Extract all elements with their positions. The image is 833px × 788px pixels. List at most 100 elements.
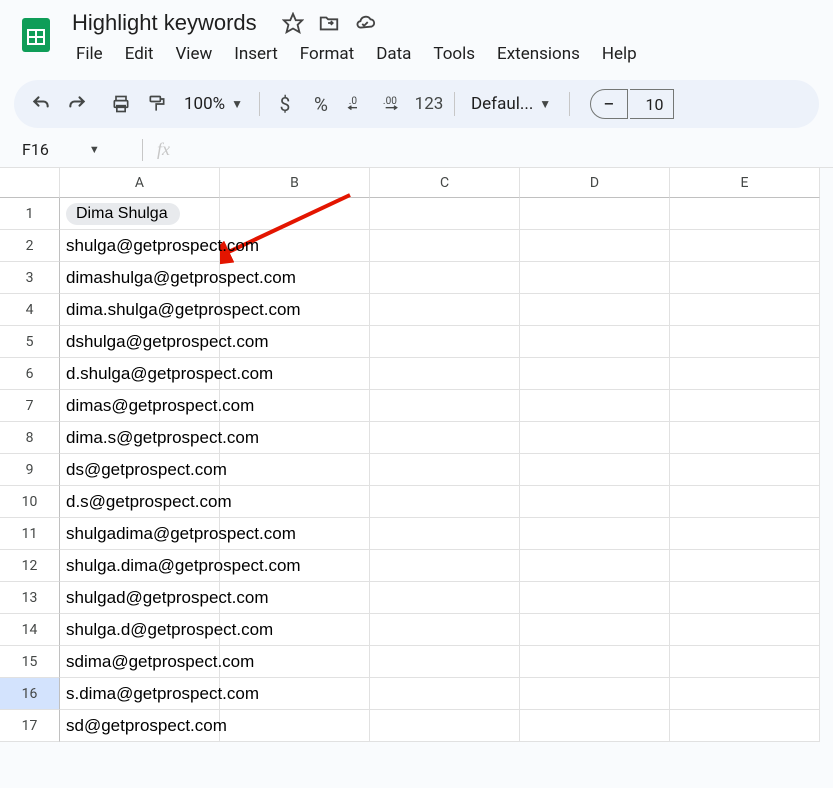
- cell[interactable]: [670, 678, 820, 710]
- row-header[interactable]: 11: [0, 518, 60, 550]
- cell[interactable]: [370, 614, 520, 646]
- cell[interactable]: shulga.d@getprospect.com: [60, 614, 220, 646]
- row-header[interactable]: 17: [0, 710, 60, 742]
- cell[interactable]: ds@getprospect.com: [60, 454, 220, 486]
- cell[interactable]: [370, 422, 520, 454]
- cell[interactable]: [670, 710, 820, 742]
- column-header-a[interactable]: A: [60, 168, 220, 198]
- cell[interactable]: [370, 230, 520, 262]
- menu-extensions[interactable]: Extensions: [487, 40, 590, 68]
- cell[interactable]: [670, 230, 820, 262]
- row-header[interactable]: 15: [0, 646, 60, 678]
- cell[interactable]: [370, 390, 520, 422]
- menu-data[interactable]: Data: [366, 40, 421, 68]
- cell[interactable]: sdima@getprospect.com: [60, 646, 220, 678]
- move-icon[interactable]: [317, 11, 341, 35]
- cell[interactable]: [220, 710, 370, 742]
- cell[interactable]: [670, 262, 820, 294]
- row-header[interactable]: 5: [0, 326, 60, 358]
- currency-button[interactable]: $: [268, 87, 302, 121]
- cell[interactable]: dshulga@getprospect.com: [60, 326, 220, 358]
- cell[interactable]: dima.shulga@getprospect.com: [60, 294, 220, 326]
- row-header[interactable]: 4: [0, 294, 60, 326]
- menu-tools[interactable]: Tools: [423, 40, 485, 68]
- cell[interactable]: [520, 422, 670, 454]
- menu-edit[interactable]: Edit: [115, 40, 164, 68]
- people-chip[interactable]: Dima Shulga: [66, 203, 180, 225]
- name-box[interactable]: F16 ▼: [14, 138, 132, 161]
- cell[interactable]: shulga@getprospect.com: [60, 230, 220, 262]
- cell[interactable]: [670, 454, 820, 486]
- cell[interactable]: [670, 326, 820, 358]
- column-header-b[interactable]: B: [220, 168, 370, 198]
- cell[interactable]: [220, 198, 370, 230]
- row-header[interactable]: 8: [0, 422, 60, 454]
- print-button[interactable]: [104, 87, 138, 121]
- cell[interactable]: [220, 454, 370, 486]
- row-header[interactable]: 2: [0, 230, 60, 262]
- cell[interactable]: [520, 550, 670, 582]
- cell[interactable]: [670, 518, 820, 550]
- cell[interactable]: shulgad@getprospect.com: [60, 582, 220, 614]
- row-header[interactable]: 3: [0, 262, 60, 294]
- column-header-c[interactable]: C: [370, 168, 520, 198]
- cell[interactable]: [520, 646, 670, 678]
- cell[interactable]: [370, 550, 520, 582]
- cell[interactable]: [370, 518, 520, 550]
- cell[interactable]: [670, 390, 820, 422]
- increase-decimal-button[interactable]: .00: [376, 87, 410, 121]
- column-header-e[interactable]: E: [670, 168, 820, 198]
- cell[interactable]: [520, 230, 670, 262]
- cell[interactable]: [520, 454, 670, 486]
- cell[interactable]: s.dima@getprospect.com: [60, 678, 220, 710]
- cell[interactable]: [670, 582, 820, 614]
- zoom-dropdown[interactable]: 100% ▼: [176, 88, 251, 120]
- cell[interactable]: [370, 646, 520, 678]
- cell[interactable]: [670, 294, 820, 326]
- cell[interactable]: [670, 198, 820, 230]
- cell[interactable]: [370, 326, 520, 358]
- cell[interactable]: [670, 486, 820, 518]
- cell[interactable]: [520, 326, 670, 358]
- cell[interactable]: sd@getprospect.com: [60, 710, 220, 742]
- cell[interactable]: [520, 262, 670, 294]
- cell[interactable]: dimashulga@getprospect.com: [60, 262, 220, 294]
- document-title[interactable]: Highlight keywords: [66, 8, 263, 38]
- cell[interactable]: [520, 518, 670, 550]
- cell[interactable]: [520, 294, 670, 326]
- cell[interactable]: [670, 358, 820, 390]
- cell[interactable]: shulga.dima@getprospect.com: [60, 550, 220, 582]
- column-header-d[interactable]: D: [520, 168, 670, 198]
- row-header[interactable]: 12: [0, 550, 60, 582]
- cell[interactable]: [670, 614, 820, 646]
- cell[interactable]: [370, 486, 520, 518]
- cell[interactable]: [520, 198, 670, 230]
- row-header[interactable]: 16: [0, 678, 60, 710]
- percent-button[interactable]: %: [304, 87, 338, 121]
- cell[interactable]: [670, 550, 820, 582]
- cell[interactable]: [370, 678, 520, 710]
- cell[interactable]: [370, 358, 520, 390]
- cell[interactable]: [370, 294, 520, 326]
- select-all-corner[interactable]: [0, 168, 60, 198]
- cell[interactable]: [520, 390, 670, 422]
- cell[interactable]: [220, 486, 370, 518]
- cell[interactable]: dima.s@getprospect.com: [60, 422, 220, 454]
- menu-format[interactable]: Format: [290, 40, 364, 68]
- menu-help[interactable]: Help: [592, 40, 647, 68]
- cell[interactable]: [520, 358, 670, 390]
- menu-insert[interactable]: Insert: [224, 40, 288, 68]
- redo-button[interactable]: [60, 87, 94, 121]
- cell[interactable]: [520, 710, 670, 742]
- decrease-font-button[interactable]: −: [590, 89, 628, 119]
- cell[interactable]: [520, 486, 670, 518]
- cell[interactable]: d.shulga@getprospect.com: [60, 358, 220, 390]
- cell[interactable]: shulgadima@getprospect.com: [60, 518, 220, 550]
- sheets-logo[interactable]: [16, 14, 56, 54]
- row-header[interactable]: 9: [0, 454, 60, 486]
- font-dropdown[interactable]: Defaul... ▼: [463, 88, 561, 120]
- cell[interactable]: [370, 198, 520, 230]
- cell[interactable]: [670, 646, 820, 678]
- cell[interactable]: [670, 422, 820, 454]
- row-header[interactable]: 7: [0, 390, 60, 422]
